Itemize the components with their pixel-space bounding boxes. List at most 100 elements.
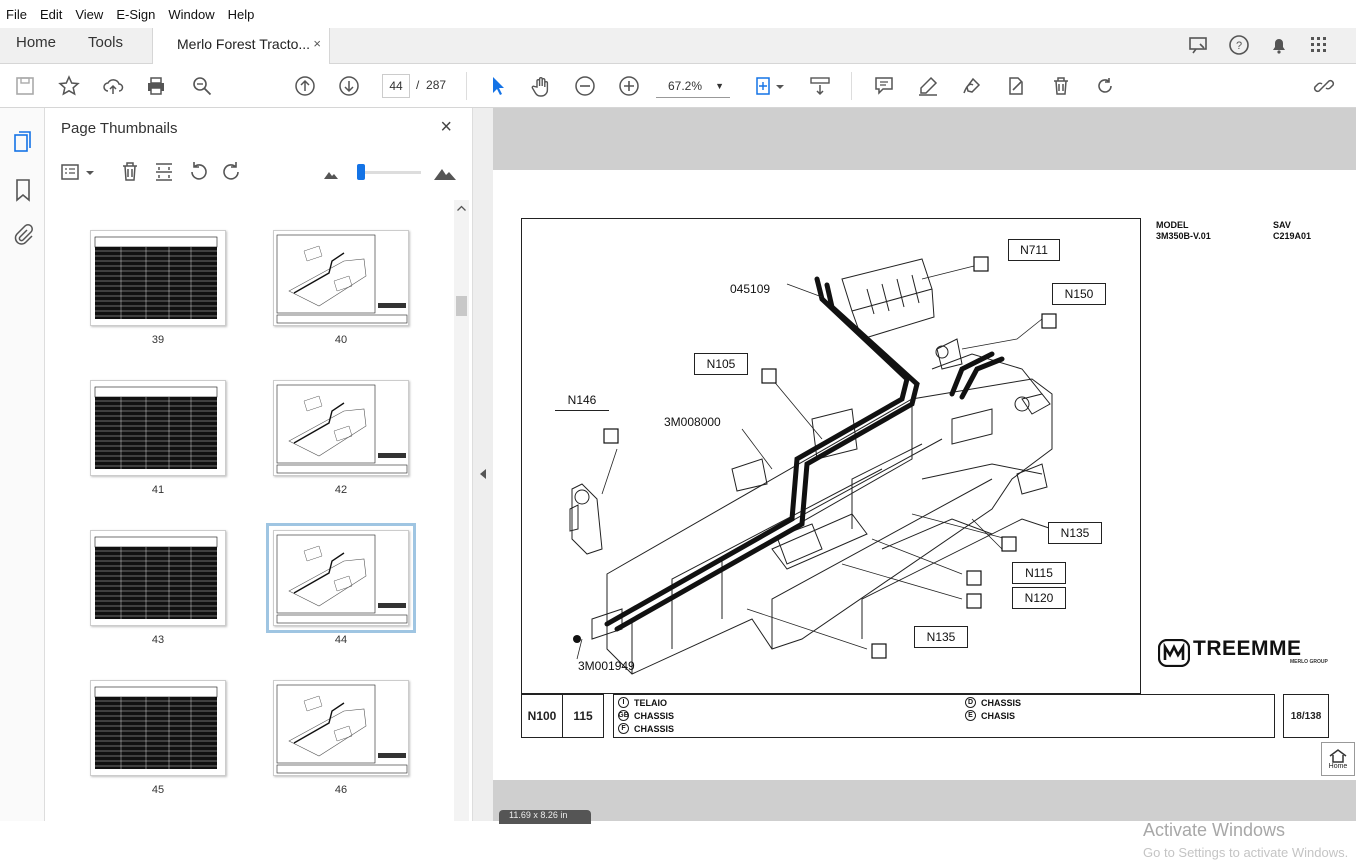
select-cursor-icon[interactable] bbox=[486, 74, 510, 98]
lang-text-it: TELAIO bbox=[634, 697, 667, 708]
share-link-icon[interactable] bbox=[1312, 74, 1336, 98]
flag-es: E bbox=[965, 710, 976, 721]
page-down-icon[interactable] bbox=[337, 74, 361, 98]
tab-document[interactable]: Merlo Forest Tracto... × bbox=[152, 28, 330, 65]
svg-text:?: ? bbox=[1236, 40, 1242, 52]
activate-windows-subtitle: Go to Settings to activate Windows. bbox=[1143, 845, 1349, 860]
edit-pdf-icon[interactable] bbox=[1004, 74, 1028, 98]
title-languages bbox=[613, 694, 1275, 738]
page-thumbnails-icon[interactable] bbox=[12, 130, 34, 154]
thumbnail-options-icon[interactable] bbox=[61, 162, 97, 182]
menu-file[interactable]: File bbox=[6, 7, 27, 22]
tab-tools[interactable]: Tools bbox=[88, 34, 123, 51]
thumbnail-page[interactable] bbox=[273, 230, 409, 326]
main-toolbar: 44 / 287 67.2% ▼ bbox=[0, 64, 1356, 108]
panel-splitter[interactable] bbox=[473, 108, 493, 821]
highlight-pen-icon[interactable] bbox=[916, 74, 940, 98]
slider-handle[interactable] bbox=[357, 164, 365, 180]
menu-view[interactable]: View bbox=[75, 7, 103, 22]
menu-esign[interactable]: E-Sign bbox=[116, 7, 155, 22]
thumbnail-page[interactable] bbox=[90, 680, 226, 776]
thumbnail-drawing-preview bbox=[276, 384, 408, 474]
callout-n146: N146 bbox=[555, 389, 609, 411]
delete-page-icon[interactable] bbox=[119, 160, 141, 184]
page-number-input[interactable]: 44 bbox=[382, 74, 410, 98]
page-total-value: 287 bbox=[426, 78, 447, 92]
brand-subtitle: MERLO GROUP bbox=[1290, 659, 1328, 665]
part-label-3m008000: 3M008000 bbox=[664, 415, 721, 429]
scroll-up-icon[interactable] bbox=[457, 205, 466, 211]
thumbnail-size-slider[interactable] bbox=[357, 171, 421, 174]
model-label: MODEL bbox=[1156, 220, 1189, 230]
apps-grid-icon[interactable] bbox=[1308, 34, 1330, 56]
thumbnail-page[interactable] bbox=[90, 380, 226, 476]
menu-edit[interactable]: Edit bbox=[40, 7, 62, 22]
page-size-status: 11.69 x 8.26 in bbox=[499, 810, 591, 824]
bookmark-icon[interactable] bbox=[13, 178, 33, 202]
attachment-icon[interactable] bbox=[12, 222, 34, 246]
chevron-down-icon[interactable] bbox=[774, 74, 786, 98]
thumbnail-page[interactable] bbox=[273, 380, 409, 476]
model-value: 3M350B-V.01 bbox=[1156, 231, 1211, 241]
thumbnail-drawing-preview bbox=[276, 234, 408, 324]
tab-home[interactable]: Home bbox=[16, 34, 56, 51]
hand-tool-icon[interactable] bbox=[529, 74, 553, 98]
thumbnail-page[interactable] bbox=[90, 530, 226, 626]
draw-sign-icon[interactable] bbox=[960, 74, 984, 98]
menu-window[interactable]: Window bbox=[168, 7, 214, 22]
tab-close-button[interactable]: × bbox=[313, 36, 321, 51]
page-up-icon[interactable] bbox=[293, 74, 317, 98]
lang-row-de: D CHASSIS bbox=[965, 697, 1021, 708]
callout-n105: N105 bbox=[694, 353, 748, 375]
star-icon[interactable] bbox=[57, 74, 81, 98]
scroll-mode-icon[interactable] bbox=[808, 74, 832, 98]
redo-rotate-icon[interactable] bbox=[1093, 74, 1117, 98]
thumbnail-table-preview bbox=[94, 686, 218, 769]
thumbnail-page[interactable] bbox=[273, 680, 409, 776]
home-button-label: Home bbox=[1328, 762, 1348, 770]
trash-icon[interactable] bbox=[1049, 74, 1073, 98]
thumbnail-page[interactable] bbox=[266, 523, 416, 633]
home-button[interactable]: Home bbox=[1321, 742, 1355, 776]
thumbnail-page-number: 42 bbox=[334, 484, 348, 496]
help-icon[interactable]: ? bbox=[1228, 34, 1250, 56]
extract-page-icon[interactable] bbox=[153, 160, 175, 184]
toolbar-divider bbox=[466, 72, 467, 100]
panel-close-button[interactable]: × bbox=[440, 116, 452, 139]
rotate-right-icon[interactable] bbox=[221, 160, 243, 184]
tab-right-icons: ? bbox=[1188, 34, 1330, 56]
thumbnail-page[interactable] bbox=[90, 230, 226, 326]
document-view[interactable]: N711 N150 N105 N146 N135 N115 N120 N135 … bbox=[493, 108, 1356, 860]
scroll-thumb[interactable] bbox=[456, 296, 467, 316]
zoom-search-icon[interactable] bbox=[190, 74, 214, 98]
print-icon[interactable] bbox=[144, 74, 168, 98]
bell-icon[interactable] bbox=[1268, 34, 1290, 56]
house-icon bbox=[1329, 748, 1347, 763]
comment-icon[interactable] bbox=[872, 74, 896, 98]
thumbnail-table-preview bbox=[94, 536, 218, 619]
thumbnail-tools bbox=[45, 152, 473, 192]
zoom-out-icon[interactable] bbox=[573, 74, 597, 98]
share-screen-icon[interactable] bbox=[1188, 34, 1210, 56]
lang-row-fr: F CHASSIS bbox=[618, 723, 674, 734]
drawing-frame: N711 N150 N105 N146 N135 N115 N120 N135 … bbox=[521, 218, 1141, 694]
menu-help[interactable]: Help bbox=[228, 7, 255, 22]
thumbnail-scrollbar[interactable] bbox=[454, 200, 469, 821]
panel-title: Page Thumbnails bbox=[61, 120, 178, 137]
lang-row-gb: GB CHASSIS bbox=[618, 710, 674, 721]
rotate-left-icon[interactable] bbox=[187, 160, 209, 184]
upload-cloud-icon[interactable] bbox=[101, 74, 125, 98]
zoom-level-select[interactable]: 67.2% ▼ bbox=[656, 74, 730, 98]
thumbnail-page-number: 41 bbox=[151, 484, 165, 496]
save-icon[interactable] bbox=[13, 74, 37, 98]
title-code: N100 bbox=[521, 694, 563, 738]
chassis-exploded-drawing bbox=[569, 256, 1057, 675]
collapse-panel-icon[interactable] bbox=[479, 468, 487, 480]
flag-de: D bbox=[965, 697, 976, 708]
document-page: N711 N150 N105 N146 N135 N115 N120 N135 … bbox=[493, 170, 1356, 860]
brand-name: TREEMME bbox=[1193, 637, 1302, 660]
fit-page-icon[interactable] bbox=[752, 74, 776, 98]
callout-n150: N150 bbox=[1052, 283, 1106, 305]
activate-windows-title: Activate Windows bbox=[1143, 820, 1286, 840]
zoom-in-icon[interactable] bbox=[617, 74, 641, 98]
